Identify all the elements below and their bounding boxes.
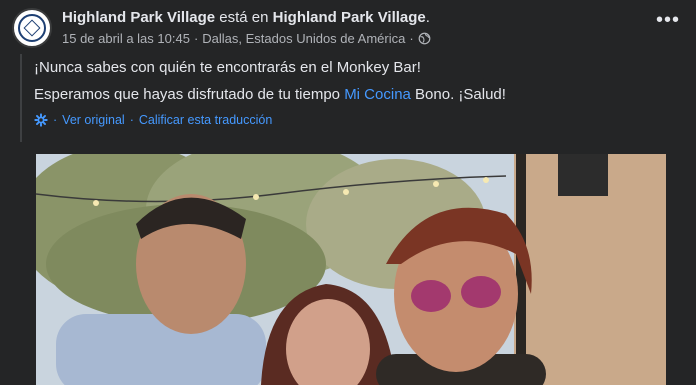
mi-cocina-link[interactable]: Mi Cocina [344, 86, 411, 103]
place-text: Dallas, Estados Unidos de América [202, 31, 406, 46]
globe-icon[interactable] [418, 32, 431, 45]
header-period: . [425, 9, 430, 26]
meta-separator: · [193, 31, 199, 46]
page-avatar[interactable] [12, 8, 52, 48]
action-text: está en [219, 9, 269, 26]
post-header: Highland Park Village está en Highland P… [62, 9, 430, 26]
see-original-link[interactable]: Ver original [62, 113, 125, 127]
text-after-link: Bono. ¡Salud! [410, 86, 506, 103]
rate-translation-link[interactable]: Calificar esta traducción [139, 113, 272, 127]
gear-icon[interactable] [34, 113, 48, 127]
post-text-line2: Esperamos que hayas disfrutado de tu tie… [34, 86, 674, 103]
translation-bar: · Ver original · Calificar esta traducci… [34, 113, 674, 127]
logo-icon [18, 14, 46, 42]
meta-separator-2: · [409, 31, 414, 46]
translation-dot: · [53, 113, 58, 127]
location-link[interactable]: Highland Park Village [273, 9, 426, 26]
text-before-link: Esperamos que hayas disfrutado de tu tie… [34, 86, 345, 103]
timestamp-link[interactable]: 15 de abril a las 10:45 [62, 31, 190, 46]
post-meta: 15 de abril a las 10:45 · Dallas, Estado… [62, 31, 431, 46]
page-name-link[interactable]: Highland Park Village [62, 9, 215, 26]
post-card: Highland Park Village está en Highland P… [0, 0, 696, 385]
post-text: ¡Nunca sabes con quién te encontrarás en… [20, 54, 674, 142]
post-text-line1: ¡Nunca sabes con quién te encontrarás en… [34, 59, 421, 76]
post-photo[interactable] [36, 154, 666, 385]
translation-dot-2: · [129, 113, 134, 127]
more-options-icon[interactable]: ••• [656, 10, 680, 30]
